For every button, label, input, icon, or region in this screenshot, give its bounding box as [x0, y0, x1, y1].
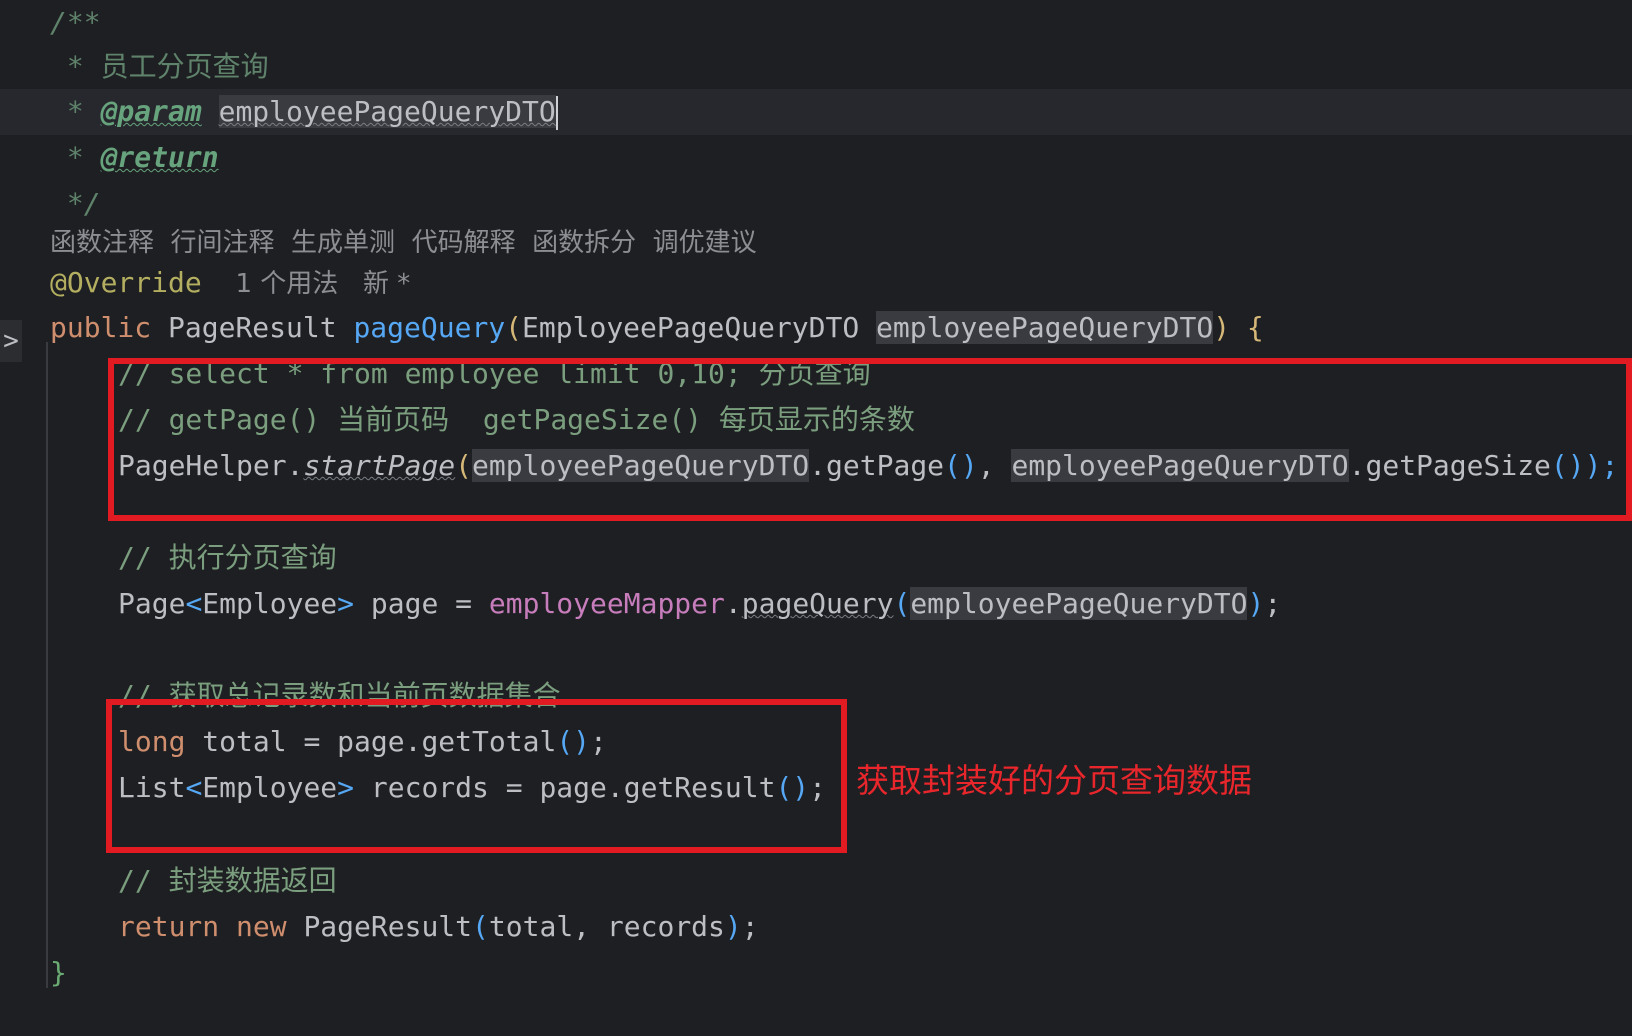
- dot: .: [724, 587, 742, 620]
- comment-return-cn: 封装数据返回: [168, 864, 337, 897]
- paren-open: (: [893, 587, 911, 620]
- doc-comment-close: */: [50, 187, 101, 220]
- code-line-page-query[interactable]: Page<Employee> page = employeeMapper.pag…: [0, 581, 1632, 627]
- comment-prefix: //: [118, 864, 169, 897]
- return-type: PageResult: [151, 311, 354, 344]
- page-type: Page: [118, 587, 186, 620]
- code-line-3-current[interactable]: * @param employeePageQueryDTO: [0, 89, 1632, 135]
- generic-gt: >: [337, 587, 355, 620]
- paren-open: (: [505, 311, 523, 344]
- return-type: PageResult: [286, 910, 473, 943]
- generic-lt: <: [185, 587, 203, 620]
- code-line-close-brace[interactable]: }: [0, 950, 1632, 996]
- code-line-4[interactable]: * @return: [0, 135, 1632, 181]
- annotation-label: 获取封装好的分页查询数据: [856, 761, 1252, 800]
- generic-type: Employee: [202, 587, 338, 620]
- brace-open: {: [1230, 311, 1264, 344]
- code-line-comment-3[interactable]: // 执行分页查询: [0, 535, 1632, 581]
- doc-comment-star: *: [50, 95, 101, 128]
- code-line-1[interactable]: /**: [0, 0, 1632, 46]
- override-annotation: @Override: [50, 266, 202, 299]
- param-type: EmployeePageQueryDTO: [522, 311, 877, 344]
- highlight-box-result: [106, 699, 847, 853]
- code-line-2[interactable]: * 员工分页查询: [0, 44, 1632, 90]
- paren-close: ): [1213, 311, 1231, 344]
- doc-comment-star: *: [50, 50, 101, 83]
- comment-execute-cn: 执行分页查询: [168, 541, 337, 574]
- comment-prefix: //: [118, 541, 169, 574]
- new-author-hint[interactable]: 新 *: [363, 269, 410, 299]
- ai-action-links-text[interactable]: 函数注释 行间注释 生成单测 代码解释 函数拆分 调优建议: [50, 228, 757, 258]
- doc-comment-star: *: [50, 141, 101, 174]
- code-line-comment-5[interactable]: // 封装数据返回: [0, 858, 1632, 904]
- doc-param-name: employeePageQueryDTO: [218, 95, 556, 128]
- method-name: pageQuery: [353, 311, 506, 344]
- ai-action-links[interactable]: 函数注释 行间注释 生成单测 代码解释 函数拆分 调优建议: [0, 219, 1632, 265]
- code-line-return[interactable]: return new PageResult(total, records);: [0, 904, 1632, 950]
- semicolon: ;: [741, 910, 759, 943]
- paren-open: (: [472, 910, 489, 943]
- text-caret: [555, 96, 558, 130]
- code-line-signature[interactable]: public PageResult pageQuery(EmployeePage…: [0, 305, 1632, 351]
- highlight-box-pagehelper: [108, 358, 1632, 521]
- keyword-return: return: [118, 910, 220, 943]
- param-ref-3: employeePageQueryDTO: [910, 587, 1248, 620]
- keyword-public: public: [50, 311, 152, 344]
- keyword-new: new: [219, 910, 287, 943]
- code-line-override[interactable]: @Override 1 个用法 新 *: [0, 260, 1632, 306]
- page-assign: page =: [354, 587, 489, 620]
- mapper-method: pageQuery: [741, 587, 894, 620]
- param-name: employeePageQueryDTO: [876, 311, 1214, 344]
- code-editor[interactable]: > /** * 员工分页查询 * @param employeePageQuer…: [0, 0, 1632, 1036]
- brace-close: }: [50, 956, 67, 989]
- paren-close: ): [724, 910, 742, 943]
- doc-param-tag: @param: [100, 95, 202, 128]
- doc-comment-summary: 员工分页查询: [100, 50, 269, 83]
- mapper-field: employeeMapper: [488, 587, 725, 620]
- usages-hint[interactable]: 1 个用法: [235, 269, 338, 299]
- semicolon: ;: [1264, 587, 1282, 620]
- doc-comment-open: /**: [50, 6, 101, 39]
- return-args: total, records: [488, 910, 725, 943]
- doc-return-tag: @return: [100, 141, 219, 174]
- paren-close: ): [1247, 587, 1265, 620]
